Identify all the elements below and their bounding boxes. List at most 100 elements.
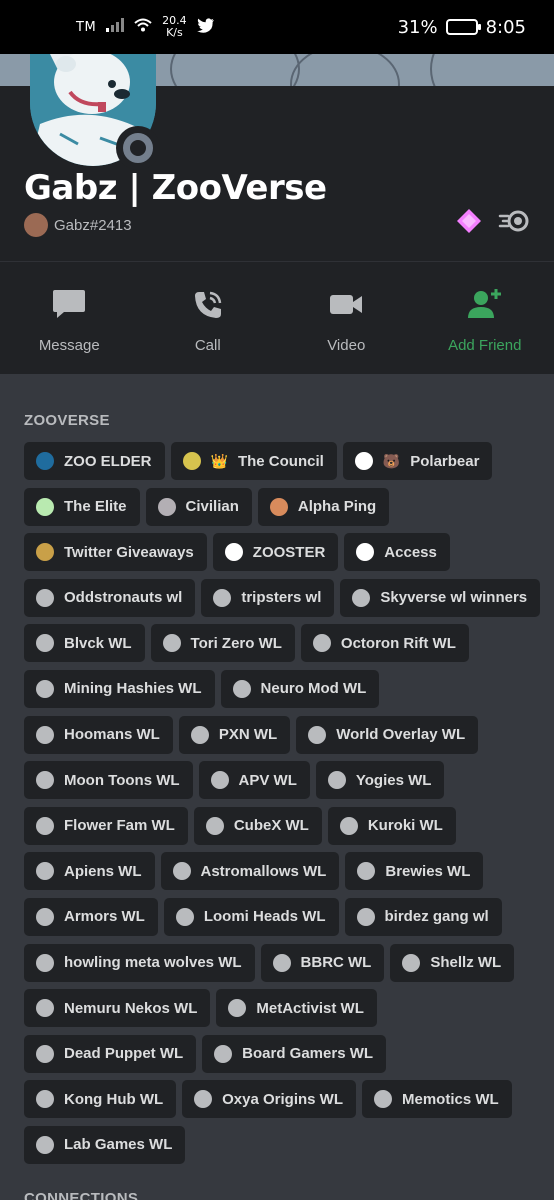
role-label: Board Gamers WL — [242, 1045, 374, 1063]
call-icon — [191, 288, 225, 325]
hypesquad-icon[interactable] — [456, 208, 482, 239]
role-chip[interactable]: Tori Zero WL — [150, 624, 295, 663]
role-chip[interactable]: Moon Toons WL — [24, 761, 193, 800]
role-chip[interactable]: Armors WL — [24, 897, 158, 936]
role-chip[interactable]: PXN WL — [178, 715, 291, 754]
role-chip[interactable]: Civilian — [145, 487, 252, 526]
role-chip[interactable]: Access — [344, 533, 450, 572]
add-friend-button[interactable]: Add Friend — [416, 262, 554, 374]
action-bar: Message Call Video Add Friend — [0, 261, 554, 374]
role-chip[interactable]: 👑 The Council — [170, 442, 337, 480]
nitro-icon[interactable] — [498, 210, 530, 237]
role-row: Oddstronauts wl tripsters wl Skyverse wl w… — [24, 578, 541, 625]
add-friend-icon — [467, 288, 503, 325]
role-chip[interactable]: Dead Puppet WL — [24, 1034, 197, 1073]
role-color-icon — [175, 907, 194, 926]
roles-list: ZOO ELDER 👑 The Council 🐻 Polarbear The Elite… — [24, 442, 541, 1172]
role-chip[interactable]: Kuroki WL — [327, 806, 456, 845]
battery-percent: 31% — [397, 16, 438, 38]
role-label: Yogies WL — [355, 771, 432, 789]
role-chip[interactable]: Twitter Giveaways — [24, 533, 207, 572]
role-label: The Elite — [64, 498, 127, 516]
profile-card: Gabz | ZooVerse Gabz#2413 — [0, 54, 554, 261]
role-label: tripsters wl — [241, 589, 322, 607]
role-chip[interactable]: tripsters wl — [201, 578, 335, 617]
role-chip[interactable]: birdez gang wl — [344, 897, 502, 936]
role-chip[interactable]: Oxya Origins WL — [182, 1080, 356, 1119]
clock: 8:05 — [485, 16, 526, 38]
role-color-icon — [352, 588, 371, 607]
role-chip[interactable]: ZOOSTER — [212, 533, 339, 572]
role-chip[interactable]: MetActivist WL — [216, 989, 377, 1028]
wifi-icon — [134, 18, 152, 36]
role-color-icon — [214, 1044, 233, 1063]
role-chip[interactable]: Alpha Ping — [257, 487, 390, 526]
role-chip[interactable]: Neuro Mod WL — [220, 669, 380, 708]
role-chip[interactable]: Brewies WL — [345, 852, 484, 891]
role-label: CubeX WL — [233, 817, 309, 835]
role-chip[interactable]: Mining Hashies WL — [24, 669, 215, 708]
role-color-icon — [210, 771, 229, 790]
status-bar: TM 20.4 K/s 31% 8:05 — [0, 0, 554, 54]
role-label: Lab Games WL — [64, 1136, 173, 1154]
role-chip[interactable]: Blvck WL — [24, 624, 145, 663]
role-chip[interactable]: The Elite — [24, 487, 140, 526]
role-color-icon — [36, 452, 54, 470]
message-button[interactable]: Message — [0, 262, 139, 374]
call-button[interactable]: Call — [139, 262, 278, 374]
message-label: Message — [38, 337, 100, 354]
role-row: ZOO ELDER 👑 The Council 🐻 Polarbear — [24, 442, 534, 488]
role-color-icon — [269, 497, 288, 516]
role-chip[interactable]: 🐻 Polarbear — [342, 442, 493, 480]
status-offline-icon — [116, 126, 160, 170]
role-row: Armors WL Loomi Heads WL birdez gang wl — [24, 897, 534, 944]
role-chip[interactable]: BBRC WL — [260, 943, 385, 982]
role-chip[interactable]: World Overlay WL — [296, 715, 479, 754]
role-chip[interactable]: Astromallows WL — [160, 852, 340, 891]
role-color-icon — [190, 725, 209, 744]
role-color-icon — [36, 907, 54, 926]
role-color-icon — [356, 907, 375, 926]
role-color-icon — [232, 679, 251, 698]
role-chip[interactable]: Kong Hub WL — [24, 1080, 177, 1119]
role-chip[interactable]: Oddstronauts wl — [24, 578, 196, 617]
video-icon — [329, 288, 363, 325]
role-label: Neuro Mod WL — [260, 680, 367, 698]
role-color-icon — [36, 679, 54, 698]
role-row: Lab Games WL — [24, 1125, 534, 1172]
role-label: MetActivist WL — [256, 999, 364, 1017]
role-chip[interactable]: Lab Games WL — [24, 1125, 186, 1164]
role-chip[interactable]: Board Gamers WL — [202, 1034, 387, 1073]
role-label: Apiens WL — [64, 862, 142, 880]
display-name: Gabz | ZooVerse — [24, 168, 327, 208]
role-chip[interactable]: Apiens WL — [24, 852, 155, 891]
role-color-icon — [36, 1090, 54, 1109]
role-color-icon — [224, 543, 243, 562]
avatar[interactable] — [30, 54, 160, 170]
role-row: Moon Toons WL APV WL Yogies WL — [24, 761, 534, 807]
role-chip[interactable]: Nemuru Nekos WL — [24, 989, 211, 1028]
role-chip[interactable]: Skyverse wl winners — [340, 578, 541, 617]
role-row: Hoomans WL PXN WL World Overlay WL — [24, 715, 534, 762]
role-color-icon — [36, 588, 54, 607]
role-chip[interactable]: Octoron Rift WL — [300, 624, 469, 663]
user-tag[interactable]: Gabz#2413 — [24, 213, 132, 237]
role-chip[interactable]: Yogies WL — [315, 761, 445, 800]
role-color-icon — [374, 1090, 392, 1109]
role-color-icon — [357, 862, 376, 881]
role-chip[interactable]: Memotics WL — [362, 1080, 512, 1119]
role-color-icon — [36, 1135, 54, 1154]
role-chip[interactable]: CubeX WL — [193, 806, 322, 845]
role-chip[interactable]: ZOO ELDER — [24, 442, 165, 480]
role-label: Civilian — [185, 498, 239, 516]
role-chip[interactable]: Hoomans WL — [24, 715, 173, 754]
role-chip[interactable]: Loomi Heads WL — [163, 897, 339, 936]
role-emoji-icon: 🐻 — [382, 452, 401, 469]
role-chip[interactable]: howling meta wolves WL — [24, 943, 255, 982]
role-chip[interactable]: Shellz WL — [390, 943, 515, 982]
role-chip[interactable]: APV WL — [198, 761, 310, 800]
role-chip[interactable]: Flower Fam WL — [24, 806, 188, 845]
video-button[interactable]: Video — [277, 262, 416, 374]
role-row: Flower Fam WL CubeX WL Kuroki WL — [24, 806, 534, 853]
role-label: Memotics WL — [402, 1090, 499, 1108]
